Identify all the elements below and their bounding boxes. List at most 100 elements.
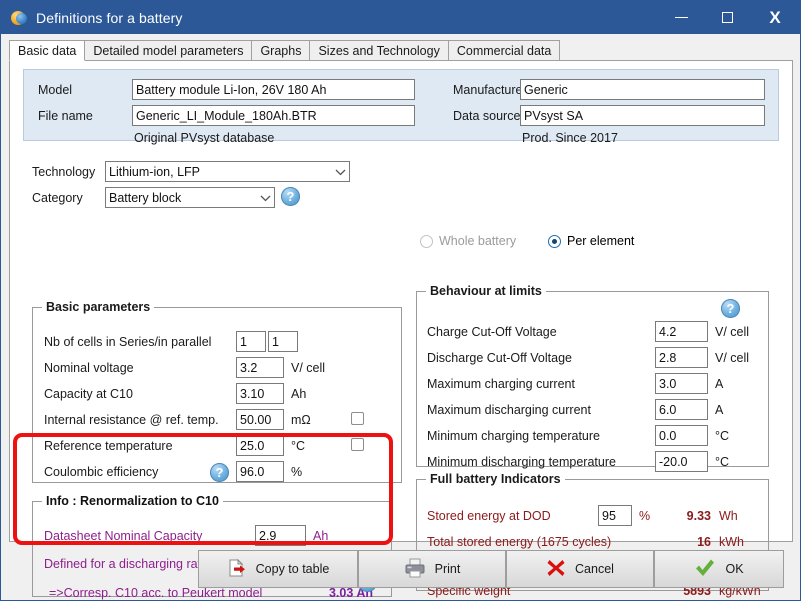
tab-strip: Basic data Detailed model parameters Gra… [9,40,793,61]
chevron-down-icon [260,195,271,202]
cells-parallel-field[interactable]: 1 [268,331,298,352]
row-label: Maximum discharging current [427,403,591,417]
row-label: Charge Cut-Off Voltage [427,325,557,339]
tab-commercial-data[interactable]: Commercial data [447,40,561,60]
copy-to-table-button[interactable]: Copy to table [198,550,358,588]
unit-label: V/ cell [715,351,750,365]
max-discharging-current-field[interactable]: 6.0 [655,399,708,420]
technology-select[interactable]: Lithium-ion, LFP [105,161,350,182]
radio-dot-icon [548,234,561,248]
row-label: Nominal voltage [44,361,134,375]
row-label: Discharge Cut-Off Voltage [427,351,572,365]
printer-icon [404,558,426,581]
behaviour-at-limits-title: Behaviour at limits [426,284,546,298]
maximize-icon[interactable] [704,1,750,34]
nominal-voltage-field[interactable]: 3.2 [236,357,284,378]
window-controls: X [658,1,800,34]
unit-label: Ah [313,529,329,543]
manufacturer-label: Manufacturer [453,83,527,97]
button-bar: Copy to table Print Cancel OK [1,547,800,600]
red-x-icon [546,558,566,581]
info-renormalization-title: Info : Renormalization to C10 [42,494,223,508]
database-note: Original PVsyst database [134,131,275,145]
min-discharging-temperature-field[interactable]: -20.0 [655,451,708,472]
datasheet-nominal-capacity-label: Datasheet Nominal Capacity [44,529,203,543]
unit-label: °C [715,455,730,469]
radio-whole-battery[interactable]: Whole battery [420,234,516,248]
max-charging-current-field[interactable]: 3.0 [655,373,708,394]
capacity-c10-field[interactable]: 3.10 [236,383,284,404]
coulombic-efficiency-field[interactable]: 96.0 [236,461,284,482]
data-source-field[interactable]: PVsyst SA [520,105,765,126]
category-label: Category [32,191,83,205]
manufacturer-field[interactable]: Generic [520,79,765,100]
close-icon[interactable]: X [750,1,800,34]
category-select[interactable]: Battery block [105,187,275,208]
cancel-button[interactable]: Cancel [506,550,654,588]
coulombic-efficiency-help-icon[interactable]: ? [210,463,229,482]
basic-parameters-title: Basic parameters [42,300,155,314]
unit-label: A [715,377,724,391]
file-name-field[interactable]: Generic_LI_Module_180Ah.BTR [132,105,415,126]
reference-temperature-checkbox[interactable] [351,438,364,451]
row-label: Stored energy at DOD [427,509,551,523]
radio-per-element-label: Per element [567,234,635,248]
copy-to-table-label: Copy to table [255,562,330,576]
ok-button[interactable]: OK [654,550,784,588]
radio-per-element[interactable]: Per element [548,234,634,248]
window-title: Definitions for a battery [36,9,183,26]
internal-resistance-checkbox[interactable] [351,412,364,425]
identification-panel: Model Battery module Li-Ion, 26V 180 Ah … [23,69,779,145]
export-document-icon [227,558,247,581]
chevron-down-icon [335,169,346,176]
behaviour-at-limits-group: Behaviour at limits Charge Cut-Off Volta… [416,284,769,472]
technology-value: Lithium-ion, LFP [109,165,201,179]
print-button[interactable]: Print [358,550,506,588]
unit-label: °C [291,439,306,453]
green-check-icon [694,558,716,581]
tab-page-basic-data: Model Battery module Li-Ion, 26V 180 Ah … [9,61,793,600]
dod-unit-label: % [639,509,651,523]
model-label: Model [38,83,73,97]
row-label: Internal resistance @ ref. temp. [44,413,219,427]
category-value: Battery block [109,191,182,205]
discharge-cutoff-voltage-field[interactable]: 2.8 [655,347,708,368]
dod-field[interactable]: 95 [598,505,632,526]
basic-parameters-group: Basic parameters Nb of cells in Series/i… [32,300,402,483]
row-label: Minimum charging temperature [427,429,600,443]
minimize-icon[interactable] [658,1,704,34]
radio-whole-battery-label: Whole battery [439,234,517,248]
row-label: Capacity at C10 [44,387,133,401]
reference-temperature-field[interactable]: 25.0 [236,435,284,456]
dialog-window: Definitions for a battery X Basic data D… [0,0,801,601]
file-name-label: File name [38,109,93,123]
row-label: Minimum discharging temperature [427,455,616,469]
category-help-icon[interactable]: ? [281,187,300,206]
behaviour-help-icon[interactable]: ? [721,299,740,318]
production-note: Prod. Since 2017 [522,131,618,145]
stored-energy-value: 9.33 [686,509,711,523]
radio-dot-icon [420,234,433,248]
min-charging-temperature-field[interactable]: 0.0 [655,425,708,446]
full-battery-indicators-title: Full battery Indicators [426,472,565,486]
internal-resistance-field[interactable]: 50.00 [236,409,284,430]
ok-label: OK [725,562,744,576]
row-label: Reference temperature [44,439,173,453]
row-label: Nb of cells in Series/in parallel [44,335,212,349]
unit-label: V/ cell [715,325,750,339]
title-bar: Definitions for a battery X [1,1,800,34]
unit-label: °C [715,429,730,443]
unit-label: Wh [719,509,738,523]
tab-graphs[interactable]: Graphs [251,40,311,60]
unit-label: Ah [291,387,307,401]
unit-label: mΩ [291,413,311,427]
sphere-icon [11,10,27,26]
datasheet-nominal-capacity-field[interactable]: 2.9 [255,525,306,546]
row-label: Coulombic efficiency [44,465,159,479]
tab-detailed-model-parameters[interactable]: Detailed model parameters [84,40,253,60]
tab-sizes-and-technology[interactable]: Sizes and Technology [309,40,449,60]
model-field[interactable]: Battery module Li-Ion, 26V 180 Ah [132,79,415,100]
charge-cutoff-voltage-field[interactable]: 4.2 [655,321,708,342]
cells-series-field[interactable]: 1 [236,331,266,352]
tab-basic-data[interactable]: Basic data [9,40,86,61]
